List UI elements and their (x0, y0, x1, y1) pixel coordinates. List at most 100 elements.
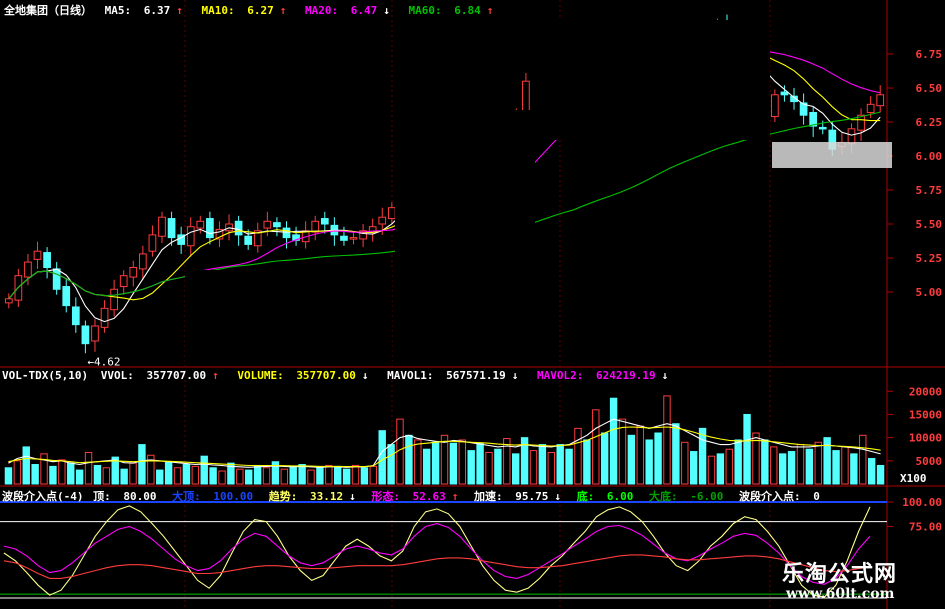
volume-bar (859, 434, 867, 485)
volume-indicator-name: VOL-TDX(5,10) (2, 369, 89, 382)
mavol2-label: MAVOL2: (537, 369, 584, 382)
volume-bar (164, 461, 173, 485)
volume-bar (120, 468, 128, 485)
entry-value: 0 (813, 490, 820, 503)
candle-body (43, 252, 51, 269)
volume-bar (67, 462, 75, 485)
volume-bar (627, 434, 636, 485)
big-bottom-label: 大底: (649, 490, 678, 503)
wave-tick-label: 100.00 (902, 496, 942, 509)
candle-body (62, 286, 71, 307)
candle-body (110, 288, 118, 311)
candle-body (282, 227, 291, 239)
mavol2-value: 624219.19 (596, 369, 656, 382)
volume-label: VOLUME: (237, 369, 284, 382)
wave-indicator-name: 波段介入点(-4) (2, 490, 84, 503)
volume-bar (458, 439, 467, 485)
volume-bar (49, 465, 57, 485)
volume-bar (422, 448, 431, 485)
volume-value: 357707.00 (296, 369, 356, 382)
volume-bar (316, 467, 324, 485)
candle-body (186, 226, 195, 247)
candle-body (780, 91, 789, 96)
candle-body (81, 325, 90, 345)
volume-bar (867, 458, 876, 485)
mavol1-value: 567571.19 (446, 369, 506, 382)
volume-bar (529, 450, 538, 485)
candle-body (876, 94, 885, 107)
volume-bar (796, 444, 805, 485)
volume-bar (253, 464, 262, 485)
volume-bar (600, 432, 609, 485)
candle-body (311, 220, 320, 233)
ma20-value: 6.47 (350, 4, 378, 17)
ma10-label: MA10: (201, 4, 235, 17)
volume-bar (342, 468, 351, 485)
vvol-label: VVOL: (100, 369, 134, 382)
volume-bar (298, 464, 306, 485)
candle-body (273, 222, 281, 228)
volume-bar (761, 439, 769, 485)
volume-bar (31, 464, 39, 485)
volume-tick-label: 20000 (909, 385, 942, 398)
mavol2-arrow: ↓ (661, 369, 669, 382)
accel-value: 95.75 (515, 490, 549, 503)
trend-label: 趋势: (268, 490, 298, 503)
volume-bar (4, 467, 13, 485)
big-top-value: 100.00 (213, 490, 254, 503)
ma20-arrow: ↓ (383, 4, 390, 17)
volume-bar (84, 451, 93, 485)
volume-bar (609, 397, 618, 485)
candle-body (52, 268, 61, 290)
volume-bar (787, 451, 796, 485)
volume-bar (663, 395, 671, 485)
top-label: 顶: (93, 490, 111, 503)
chart-canvas[interactable]: ←4.62 6.75 6.50 6.25 6.00 5.75 5.50 5.25 5.00 20… (0, 0, 945, 609)
volume-bar (378, 430, 386, 485)
volume-bar (236, 468, 244, 485)
trend-value: 33.12 (310, 490, 344, 503)
trend-line (3, 505, 871, 598)
volume-bar (129, 462, 137, 485)
candle-body (4, 298, 13, 304)
accel-arrow: ↓ (554, 490, 561, 503)
volume-bar (743, 413, 751, 485)
volume-bar (503, 438, 511, 485)
volume-tick-label: 10000 (909, 432, 942, 445)
selection-box[interactable] (772, 142, 892, 168)
top-value: 80.00 (123, 490, 157, 503)
volume-bar (778, 453, 787, 485)
accel-line (3, 554, 871, 579)
volume-bar (75, 469, 84, 485)
watermark-cn: 乐淘公式网 (782, 562, 898, 587)
watermark-url: www.60lt.com (786, 586, 895, 602)
volume-bar (547, 451, 555, 485)
shape-arrow: ↑ (451, 490, 459, 503)
volume-bar (218, 470, 226, 485)
volume-bar (13, 460, 22, 485)
candle-body (33, 250, 42, 260)
trend-arrow: ↓ (349, 490, 356, 503)
candle-body (378, 216, 387, 225)
wave-tick-label: 75.00 (909, 521, 942, 534)
volume-bar (725, 448, 733, 485)
ma60-label: MA60: (408, 4, 442, 17)
volume-bar (334, 465, 342, 485)
volume-bar (574, 427, 582, 485)
price-tick-label: 6.50 (916, 82, 943, 95)
volume-bar (485, 451, 493, 485)
volume-bar (156, 469, 164, 485)
ma60-value: 6.84 (454, 4, 481, 17)
volume-bar (209, 467, 217, 485)
candle-body (244, 235, 253, 245)
volume-header: VOL-TDX(5,10) VVOL: 357707.00 ↑ VOLUME: 3… (2, 369, 680, 382)
volume-bar (476, 442, 484, 485)
volume-bar (841, 446, 849, 485)
volume-unit-label: X100 (900, 472, 927, 485)
volume-bar (191, 465, 200, 485)
candle-body (196, 220, 205, 229)
volume-bar (93, 464, 102, 485)
volume-bar (770, 446, 778, 485)
volume-bar (707, 455, 716, 485)
candle-body (340, 235, 348, 241)
